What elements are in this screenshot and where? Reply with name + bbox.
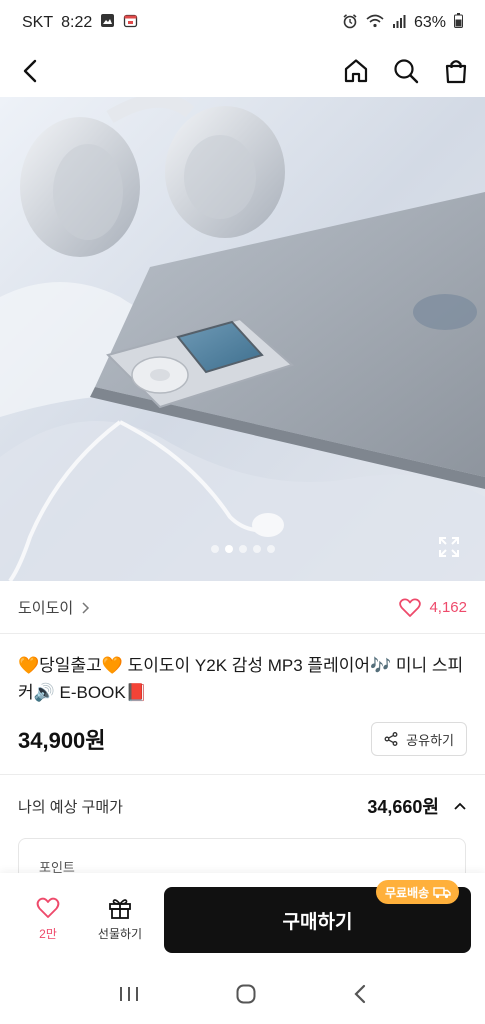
bottom-action-bar: 2만 선물하기 구매하기 무료배송 [0,873,485,968]
buy-label: 구매하기 [282,911,353,933]
carousel-dot[interactable] [210,545,219,553]
signal-icon [392,14,406,33]
share-label: 공유하기 [406,732,454,748]
status-right: 63% [342,13,463,34]
wishlist-button[interactable]: 2만 [20,897,76,942]
carousel-dot[interactable] [266,545,275,553]
battery-icon [454,13,463,33]
product-image-carousel[interactable] [0,97,485,581]
heart-icon [399,598,422,617]
expected-price-value: 34,660원 [367,797,439,817]
status-bar: SKT 8:22 63% [0,0,485,46]
truck-icon [433,886,451,898]
back-button[interactable] [16,56,46,86]
gallery-icon [100,13,115,33]
chevron-up-icon [454,802,466,810]
gift-label: 선물하기 [97,927,143,941]
expand-icon [439,537,459,557]
status-left: SKT 8:22 [22,13,138,33]
seller-link[interactable]: 도이도이 [18,597,91,618]
home-circle-icon [236,984,255,1003]
wishlist-count: 2만 [39,927,57,941]
carousel-dot[interactable] [238,545,247,553]
clock-label: 8:22 [61,14,93,31]
back-nav-icon [353,984,365,1003]
section-divider [0,774,485,775]
shopping-bag-icon [445,60,467,84]
heart-icon [36,897,60,918]
home-nav-button[interactable] [235,983,257,1010]
home-icon [344,59,368,83]
carrier-label: SKT [22,14,54,31]
product-title: 🧡당일출고🧡 도이도이 Y2K 감성 MP3 플레이어🎶 미니 스피커🔊 E-B… [18,656,464,702]
header-actions [341,56,471,86]
carousel-indicator [0,545,485,553]
calendar-icon [123,13,138,33]
product-price: 34,900원 [18,728,106,753]
chevron-right-icon [82,601,90,614]
back-arrow-icon [23,59,37,83]
carousel-dot[interactable] [252,545,261,553]
gift-button[interactable]: 선물하기 [90,897,150,942]
back-nav-button[interactable] [352,983,368,1010]
battery-label: 63% [413,14,446,31]
search-icon [394,59,419,84]
app-header [0,46,485,96]
expected-price-group: 34,660원 [367,793,467,819]
fullscreen-button[interactable] [437,535,461,559]
like-button[interactable]: 4,162 [399,598,467,618]
seller-name: 도이도이 [18,600,74,617]
product-photo [0,97,485,581]
free-shipping-badge: 무료배송 [376,880,460,904]
expected-price-toggle[interactable]: 나의 예상 구매가 34,660원 [18,784,467,828]
free-shipping-label: 무료배송 [385,885,430,900]
wifi-icon [366,14,384,33]
search-button[interactable] [391,56,421,86]
like-count: 4,162 [429,599,467,616]
share-icon [384,732,398,746]
recent-apps-icon [119,986,138,1001]
alarm-icon [342,13,358,34]
recent-apps-button[interactable] [118,984,140,1009]
price-row: 34,900원 공유하기 [18,720,467,758]
cart-button[interactable] [441,56,471,86]
share-button[interactable]: 공유하기 [371,722,467,756]
carousel-dot-active[interactable] [224,545,233,553]
gift-icon [109,899,131,919]
home-button[interactable] [341,56,371,86]
expected-price-label: 나의 예상 구매가 [18,798,123,816]
seller-row: 도이도이 4,162 [0,582,485,634]
system-nav-bar [0,968,485,1024]
